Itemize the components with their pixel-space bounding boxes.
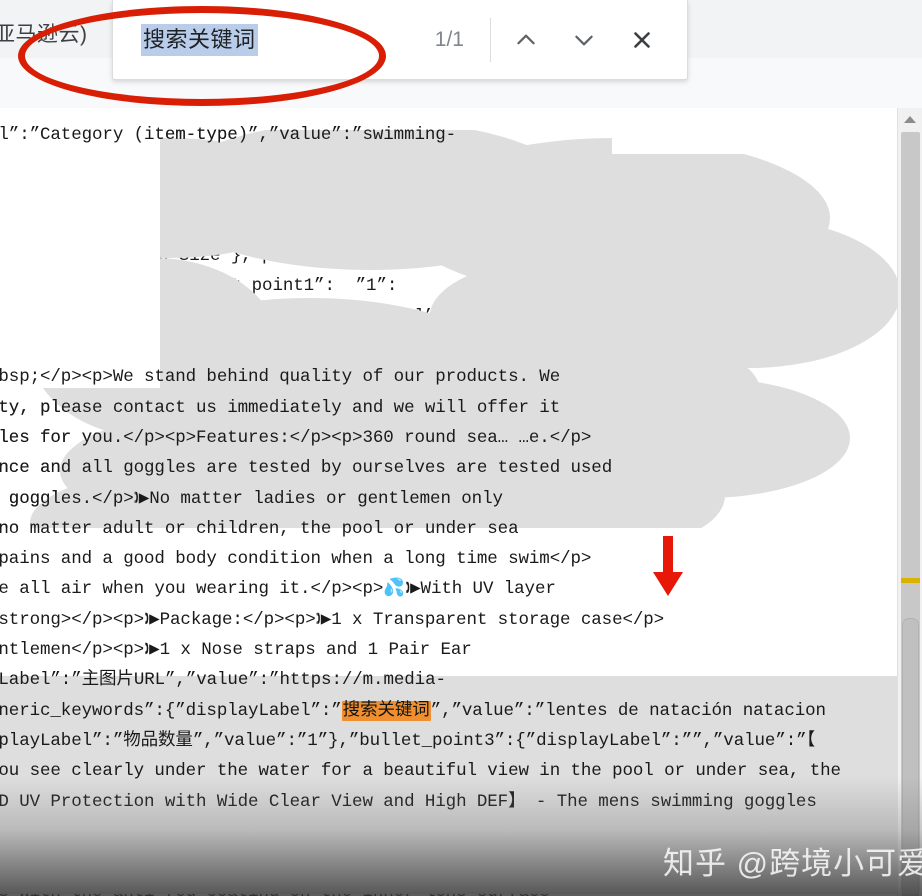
- code-line: ity, please contact us immediately and w…: [0, 397, 561, 418]
- close-icon: [629, 27, 655, 53]
- code-line: yLabel”:”主图片URL”,”value”:”https://m.medi…: [0, 670, 446, 691]
- scrollbar-thumb[interactable]: [902, 618, 919, 896]
- code-line: pains and a good body condition when a l…: [0, 549, 592, 570]
- code-line: eneric_keywords”:{”displayLabel”:”搜索关键词”…: [0, 700, 826, 721]
- code-line: ze all air when you wearing it.</p><p>💦🕽…: [0, 579, 556, 600]
- find-input[interactable]: 搜索关键词: [141, 23, 258, 56]
- screenshot-root: 亚马逊云) 个人书签 搜索关键词 1/1: [0, 0, 922, 896]
- code-line: nbsp;</p><p>We stand behind quality of o…: [0, 367, 561, 388]
- chevron-down-icon: [571, 27, 597, 53]
- page-content-overlay: el”:”Category (item-type)”,”value”:”swim…: [0, 108, 922, 896]
- find-button-group: [491, 13, 687, 67]
- code-line: you see clearly under the water for a be…: [0, 761, 841, 782]
- find-in-page-bar: 搜索关键词 1/1: [112, 0, 688, 80]
- code-line: no matter adult or children, the pool or…: [0, 518, 519, 539]
- tab-title-fragment: 亚马逊云): [0, 23, 88, 46]
- find-input-wrapper[interactable]: 搜索关键词: [113, 0, 425, 79]
- vertical-scrollbar[interactable]: [897, 108, 922, 896]
- find-close-button[interactable]: [615, 13, 669, 67]
- code-line: /strong></p><p>🕽▶Package:</p><p>🕽▶1 x Tr…: [0, 609, 665, 630]
- find-match-tickmark: [901, 578, 920, 583]
- code-line: gles for you.</p><p>Features:</p><p>360 …: [0, 427, 592, 448]
- code-line: splayLabel”:”物品数量”,”value”:”1”},”bullet_…: [0, 730, 816, 751]
- code-line: g goggles.</p>🕽▶No matter ladies or gent…: [0, 488, 503, 509]
- find-previous-button[interactable]: [499, 13, 553, 67]
- chevron-up-icon: [513, 27, 539, 53]
- code-line: ence and all goggles are tested by ourse…: [0, 458, 613, 479]
- code-line: el”:”Category (item-type)”,”value”:”swim…: [0, 125, 457, 145]
- find-next-button[interactable]: [557, 13, 611, 67]
- code-line: 7D UV Protection with Wide Clear View an…: [0, 791, 817, 812]
- json-source-text-overlay: el”:”Category (item-type)”,”value”:”swim…: [0, 120, 898, 896]
- find-match-counter: 1/1: [434, 27, 464, 51]
- scroll-up-arrow-icon[interactable]: [898, 108, 922, 130]
- search-match-highlight: 搜索关键词: [341, 700, 431, 721]
- code-line: entlemen</p><p>🕽▶1 x Nose straps and 1 P…: [0, 640, 472, 661]
